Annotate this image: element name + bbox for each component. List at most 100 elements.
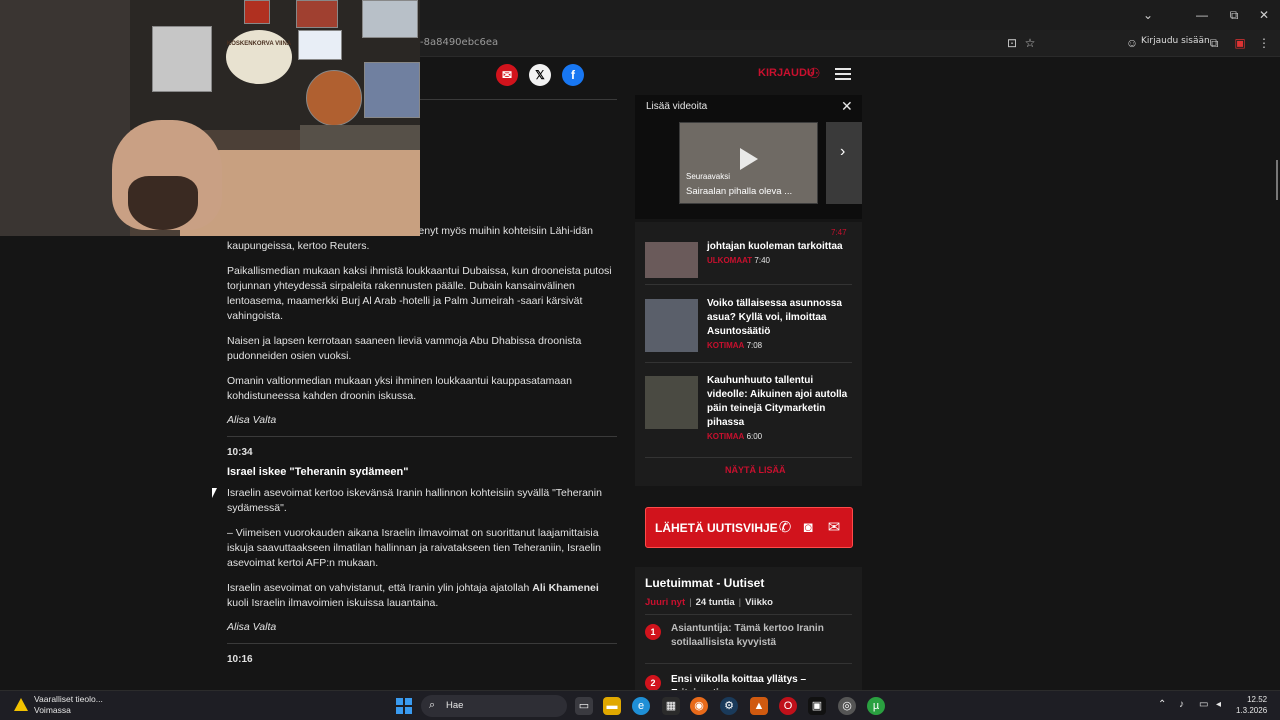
divider xyxy=(645,614,852,615)
file-explorer-icon[interactable]: ▬ xyxy=(603,697,621,715)
news-headline[interactable]: johtajan kuoleman tarkoittaa ULKOMAAT 7:… xyxy=(707,240,855,268)
opera-icon[interactable]: O xyxy=(779,697,797,715)
whatsapp-icon: ✆ xyxy=(778,519,792,536)
news-headline[interactable]: Kauhunhuuto tallentui videolle: Aikuinen… xyxy=(707,374,855,444)
logo-square xyxy=(396,698,403,705)
show-more-link[interactable]: NÄYTÄ LISÄÄ xyxy=(725,465,786,475)
volume-icon[interactable]: ◂ xyxy=(1216,699,1221,710)
most-read-tabs: Juuri nyt | 24 tuntia | Viikko xyxy=(645,597,773,608)
news-meta: KOTIMAA 6:00 xyxy=(707,430,855,444)
minimize-button[interactable]: — xyxy=(1192,6,1212,24)
scrollbar[interactable] xyxy=(1276,160,1278,200)
user-icon[interactable]: ⚇ xyxy=(808,65,822,81)
task-view-icon[interactable]: ▭ xyxy=(575,697,593,715)
address-bar-text[interactable]: -8a8490ebc6ea xyxy=(420,37,498,48)
divider xyxy=(645,362,852,363)
author-name: Alisa Valta xyxy=(227,621,277,633)
favorite-star-icon[interactable]: ☆ xyxy=(1022,35,1038,51)
windows-start-icon[interactable] xyxy=(396,698,412,714)
news-thumbnail[interactable] xyxy=(645,376,698,429)
news-headline[interactable]: Voiko tällaisessa asunnossa asua? Kyllä … xyxy=(707,297,855,353)
news-time: 7:08 xyxy=(746,341,763,350)
next-video-title[interactable]: Sairaalan pihalla oleva ... xyxy=(686,186,792,197)
tab-separator: | xyxy=(689,597,692,608)
chevron-right-icon[interactable]: › xyxy=(840,143,845,161)
maximize-button[interactable]: ⧉ xyxy=(1224,6,1244,24)
paragraph-text: kuoli Israelin ilmavoimien iskuissa laua… xyxy=(227,597,439,609)
person-name: Ali Khamenei xyxy=(532,582,599,594)
news-meta: ULKOMAAT 7:40 xyxy=(707,254,855,268)
clock-time: 12.52 xyxy=(1247,695,1268,704)
news-title[interactable]: Voiko tällaisessa asunnossa asua? Kyllä … xyxy=(707,297,855,339)
send-news-tip-button[interactable]: LÄHETÄ UUTISVIHJE ✆ ◙ ✉ xyxy=(645,507,853,548)
news-category: ULKOMAAT xyxy=(707,256,753,265)
news-category: KOTIMAA xyxy=(707,432,745,441)
wall-plate xyxy=(306,70,362,126)
taskbar-search[interactable]: ⌕ Hae xyxy=(421,695,567,717)
most-read-panel: Luetuimmat - Uutiset Juuri nyt | 24 tuntia… xyxy=(635,567,862,707)
webcam-person xyxy=(128,176,198,230)
next-label: Seuraavaksi xyxy=(686,172,731,181)
tab-list-chevron-icon[interactable]: ⌄ xyxy=(1138,6,1158,24)
list-item[interactable]: Voiko tällaisessa asunnossa asua? Kyllä … xyxy=(645,297,855,359)
weather-warning-title[interactable]: Vaaralliset tieolo... xyxy=(34,694,103,705)
share-facebook-icon[interactable]: f xyxy=(562,64,584,86)
list-item[interactable]: 2 Ensi viikolla koittaa yllätys – Erityi… xyxy=(645,673,855,699)
rank-badge: 1 xyxy=(645,624,661,640)
vlc-icon[interactable]: ▲ xyxy=(750,697,768,715)
weather-warning-sub: Voimassa xyxy=(34,705,71,715)
menu-dots-icon[interactable]: ⋮ xyxy=(1256,35,1272,51)
news-meta: KOTIMAA 7:08 xyxy=(707,339,855,353)
divider xyxy=(645,663,852,664)
video-widget-title: Lisää videoita xyxy=(646,101,708,112)
firefox-icon[interactable]: ◉ xyxy=(690,697,708,715)
tab-week[interactable]: Viikko xyxy=(745,597,773,608)
chrome-icon[interactable]: ◎ xyxy=(838,697,856,715)
share-email-icon[interactable]: ✉ xyxy=(496,64,518,86)
article-paragraph: Omanin valtionmedian mukaan yksi ihminen… xyxy=(227,375,572,402)
close-icon[interactable]: ✕ xyxy=(841,98,853,115)
logo-square xyxy=(405,707,412,714)
news-list: 7:47 johtajan kuoleman tarkoittaa ULKOMA… xyxy=(635,222,862,486)
store-icon[interactable]: ▦ xyxy=(662,697,680,715)
list-item[interactable]: Kauhunhuuto tallentui videolle: Aikuinen… xyxy=(645,374,855,451)
list-item[interactable]: 1 Asiantuntija: Tämä kertoo Iranin sotil… xyxy=(645,622,855,654)
edge-icon[interactable]: e xyxy=(632,697,650,715)
profile-icon[interactable]: ☺ xyxy=(1124,35,1140,51)
close-window-button[interactable]: ✕ xyxy=(1254,6,1274,24)
steam-icon[interactable]: ⚙ xyxy=(720,697,738,715)
warning-icon[interactable] xyxy=(14,698,28,711)
article-paragraph: Israelin asevoimat kertoo iskevänsä Iran… xyxy=(227,487,602,514)
author-name: Alisa Valta xyxy=(227,414,277,426)
install-app-icon[interactable]: ⊡ xyxy=(1004,35,1020,51)
news-thumbnail[interactable] xyxy=(645,242,698,278)
hamburger-menu-icon[interactable] xyxy=(835,68,851,80)
taskbar: Vaaralliset tieolo... Voimassa ⌕ Hae ▭ ▬… xyxy=(0,690,1280,720)
news-title[interactable]: johtajan kuoleman tarkoittaa xyxy=(707,240,855,254)
video-thumbnail[interactable] xyxy=(826,122,862,204)
extensions-icon[interactable]: ⧉ xyxy=(1206,35,1222,51)
article-paragraph: Israelin asevoimat on vahvistanut, että … xyxy=(227,581,622,611)
news-title[interactable]: Kauhunhuuto tallentui videolle: Aikuinen… xyxy=(707,374,855,430)
utorrent-icon[interactable]: µ xyxy=(867,697,885,715)
play-icon[interactable] xyxy=(740,148,758,170)
network-icon[interactable]: ▭ xyxy=(1199,699,1208,710)
terminal-icon[interactable]: ▣ xyxy=(808,697,826,715)
news-time: 6:00 xyxy=(746,432,763,441)
tab-24h[interactable]: 24 tuntia xyxy=(696,597,735,608)
video-thumbnail[interactable]: Seuraavaksi Sairaalan pihalla oleva ... xyxy=(679,122,818,204)
microphone-icon[interactable]: ♪ xyxy=(1179,699,1184,710)
system-clock[interactable]: 12.52 1.3.2026 xyxy=(1236,694,1267,716)
weather-widget[interactable]: Vaaralliset tieolo... Voimassa xyxy=(34,694,103,716)
logo-square xyxy=(396,707,403,714)
list-item[interactable]: johtajan kuoleman tarkoittaa ULKOMAAT 7:… xyxy=(645,234,855,284)
share-x-icon[interactable]: 𝕏 xyxy=(529,64,551,86)
news-thumbnail[interactable] xyxy=(645,299,698,352)
signin-button[interactable]: Kirjaudu sisään xyxy=(1141,36,1210,46)
chevron-up-icon[interactable]: ⌃ xyxy=(1158,699,1166,710)
tab-now[interactable]: Juuri nyt xyxy=(645,597,685,608)
login-link[interactable]: KIRJAUDU xyxy=(758,67,815,79)
most-read-headline[interactable]: Asiantuntija: Tämä kertoo Iranin sotilaa… xyxy=(671,622,855,650)
update-headline: Israel iskee "Teheranin sydämeen" xyxy=(227,466,409,478)
extension-badge-icon[interactable]: ▣ xyxy=(1232,35,1248,51)
